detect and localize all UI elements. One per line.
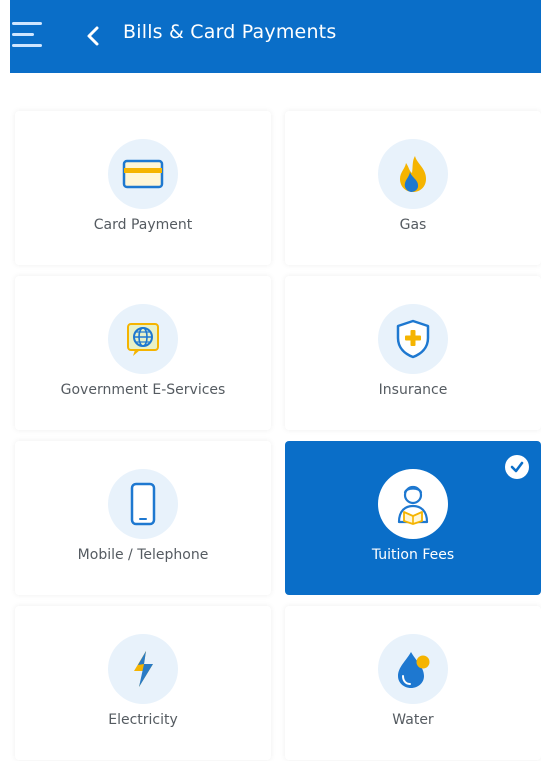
student-icon <box>378 469 448 539</box>
tile-electricity[interactable]: Electricity <box>15 606 271 760</box>
page-title: Bills & Card Payments <box>123 21 337 43</box>
globe-icon <box>108 304 178 374</box>
water-drop-icon <box>378 634 448 704</box>
mobile-phone-icon <box>108 469 178 539</box>
checkmark-icon <box>505 455 529 479</box>
tile-label: Government E-Services <box>60 382 226 398</box>
chevron-left-icon[interactable] <box>82 24 106 48</box>
tile-gas[interactable]: Gas <box>285 111 541 265</box>
tile-label: Electricity <box>108 712 178 728</box>
tile-tuition-fees[interactable]: Tuition Fees <box>285 441 541 595</box>
tile-card-payment[interactable]: Card Payment <box>15 111 271 265</box>
app-header: Bills & Card Payments <box>10 0 541 73</box>
credit-card-icon <box>108 139 178 209</box>
tile-water[interactable]: Water <box>285 606 541 760</box>
hamburger-menu-icon[interactable] <box>12 22 42 48</box>
tile-insurance[interactable]: Insurance <box>285 276 541 430</box>
lightning-bolt-icon <box>108 634 178 704</box>
tile-label: Card Payment <box>93 217 193 233</box>
tile-label: Insurance <box>378 382 448 398</box>
tile-label: Mobile / Telephone <box>77 547 209 563</box>
tile-label: Water <box>392 712 434 728</box>
flame-icon <box>378 139 448 209</box>
tile-label: Tuition Fees <box>371 547 455 563</box>
tile-government-e-services[interactable]: Government E-Services <box>15 276 271 430</box>
tile-mobile-telephone[interactable]: Mobile / Telephone <box>15 441 271 595</box>
tile-label: Gas <box>399 217 427 233</box>
shield-plus-icon <box>378 304 448 374</box>
